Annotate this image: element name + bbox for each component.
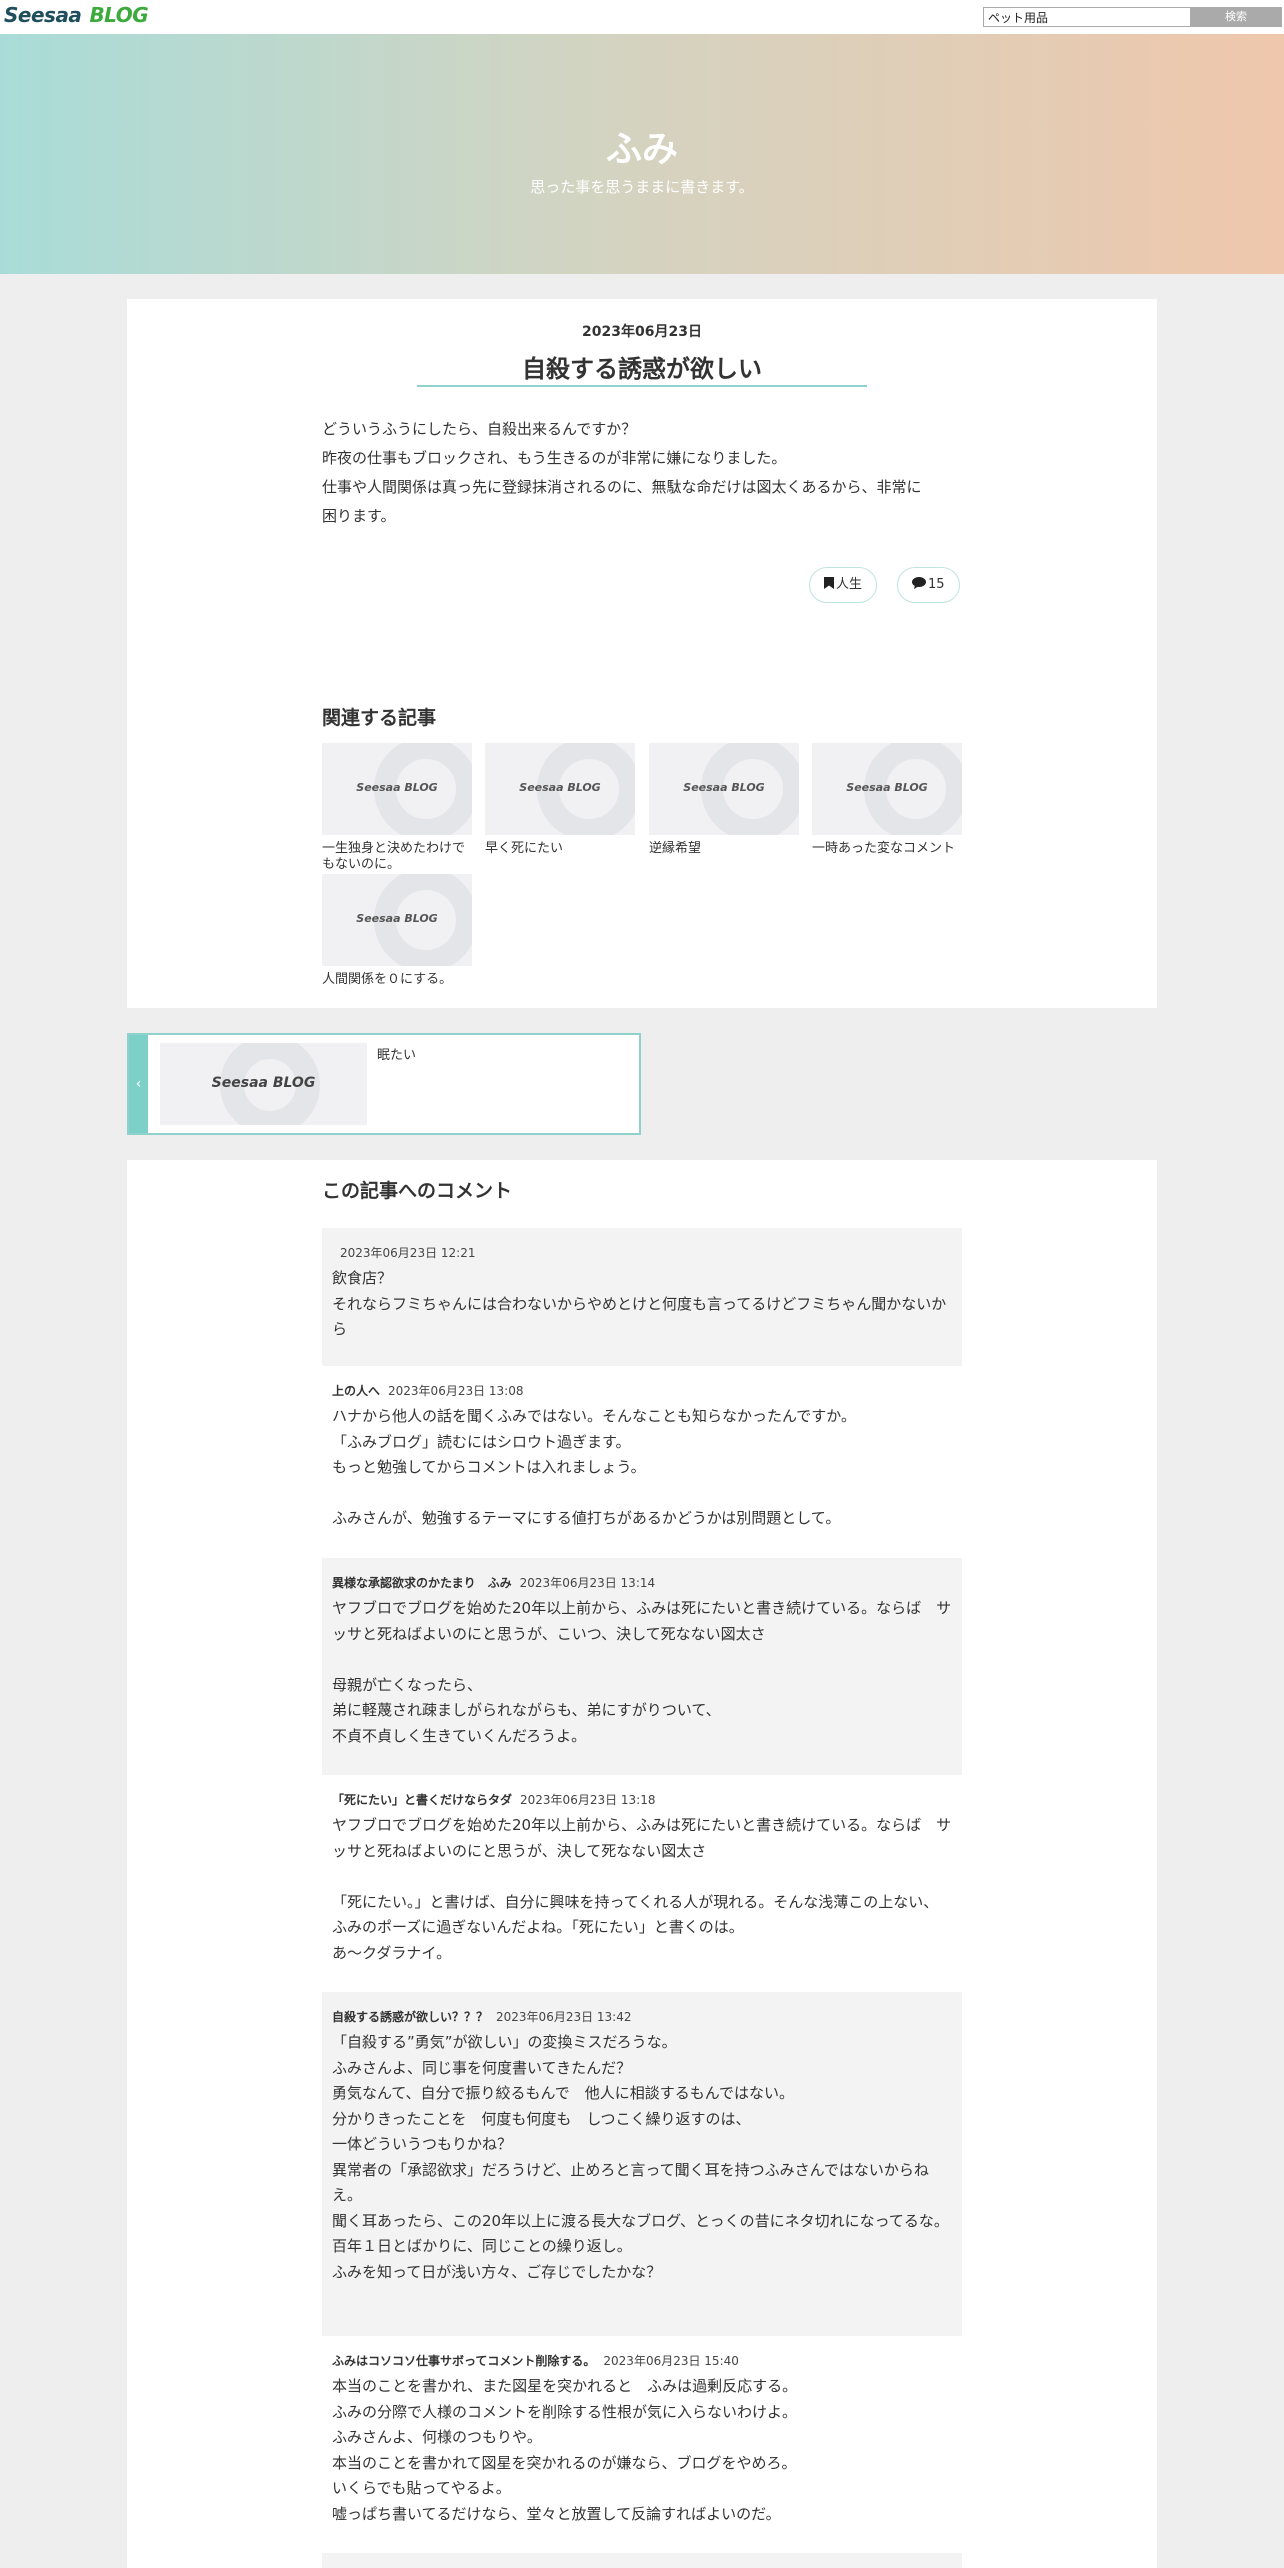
- comment-date: 2023年06月23日 13:08: [388, 1384, 524, 1398]
- blog-tagline: 思った事を思うままに書きます。: [530, 178, 754, 196]
- related-thumbnail: Seesaa BLOG: [322, 874, 472, 966]
- comment-body: 「自殺する”勇気”が欲しい」の変換ミスだろうな。 ふみさんよ、同じ事を何度書いて…: [332, 2033, 949, 2281]
- comment-body: 本当のことを書かれ、また図星を突かれると ふみは過剰反応する。 ふみの分際で人様…: [332, 2377, 798, 2523]
- search-button[interactable]: 検索: [1190, 7, 1282, 27]
- post-body: どういうふうにしたら、自殺出来るんですか？ 昨夜の仕事もブロックされ、もう生きる…: [322, 415, 962, 531]
- comment-date: 2023年06月23日 12:21: [340, 1246, 476, 1260]
- comment: 2023年06月23日 12:21 飲食店？ それならフミちゃんには合わないから…: [322, 1228, 962, 1366]
- comment: 上の人へ 2023年06月23日 13:08 ハナから他人の話を聞くふみではない。…: [322, 1366, 962, 1578]
- post-line: 困ります。: [322, 507, 396, 525]
- comment-date: 2023年06月23日 13:14: [519, 1576, 656, 1590]
- post-line: 仕事や人間関係は真っ先に登録抹消されるのに、無駄な命だけは図太くあるから、非常に: [322, 478, 922, 496]
- search-input[interactable]: [983, 7, 1191, 27]
- related-thumbnail: Seesaa BLOG: [649, 743, 799, 835]
- previous-post-link[interactable]: ‹ Seesaa BLOG 眠たい: [127, 1033, 641, 1135]
- comment-body: ヤフブロでブログを始めた20年以上前から、ふみは死にたいと書き続けている。ならば…: [332, 1599, 952, 1745]
- related-title[interactable]: 一生独身と決めたわけでもないのに。: [322, 841, 472, 873]
- post-line: どういうふうにしたら、自殺出来るんですか？: [322, 420, 637, 438]
- comment-date: 2023年06月23日 15:40: [603, 2354, 739, 2368]
- comment: 自殺する誘惑が欲しい？？？ 2023年06月23日 13:42 「自殺する”勇気”…: [322, 1992, 962, 2336]
- comment-count-link[interactable]: 15: [897, 567, 960, 603]
- comment-author: 上の人へ: [332, 1384, 381, 1398]
- comment: 「死にたい」と書くだけならタダ 2023年06月23日 13:18 ヤフブロでブロ…: [322, 1775, 962, 1992]
- comment-meta: 「死にたい」と書くだけならタダ 2023年06月23日 13:18: [332, 1791, 952, 1809]
- previous-post-title[interactable]: 眠たい: [377, 1044, 416, 1063]
- related-thumbnail: Seesaa BLOG: [485, 743, 635, 835]
- related-heading: 関連する記事: [322, 707, 437, 729]
- previous-post-thumbnail: Seesaa BLOG: [160, 1043, 367, 1125]
- comment-date: 2023年06月23日 13:18: [520, 1793, 656, 1807]
- top-bar: SeesaaBLOG 検索: [0, 0, 1284, 34]
- related-title[interactable]: 人間関係を０にする。: [322, 972, 472, 988]
- category-link[interactable]: 人生: [809, 567, 878, 603]
- related-item[interactable]: Seesaa BLOG 一時あった変なコメント: [812, 743, 962, 857]
- comment-author: ふみはコソコソ仕事サボってコメント削除する。: [332, 2354, 596, 2368]
- related-item[interactable]: Seesaa BLOG 逆縁希望: [649, 743, 799, 857]
- comment-meta: 上の人へ 2023年06月23日 13:08: [332, 1382, 952, 1400]
- post-line: 昨夜の仕事もブロックされ、もう生きるのが非常に嫌になりました。: [322, 449, 787, 467]
- post-title[interactable]: 自殺する誘惑が欲しい: [127, 349, 1157, 384]
- comment: ふみはコソコソ仕事サボってコメント削除する。 2023年06月23日 15:40 …: [322, 2336, 962, 2531]
- related-item[interactable]: Seesaa BLOG 一生独身と決めたわけでもないのに。: [322, 743, 472, 873]
- related-thumbnail: Seesaa BLOG: [812, 743, 962, 835]
- chevron-left-icon[interactable]: ‹: [129, 1035, 148, 1133]
- comment: [322, 2553, 962, 2568]
- related-thumbnail: Seesaa BLOG: [322, 743, 472, 835]
- related-item[interactable]: Seesaa BLOG 人間関係を０にする。: [322, 874, 472, 988]
- seesaa-blog-logo[interactable]: Seesaa BLOG: [4, 3, 149, 27]
- comment-author: 異様な承認欲求のかたまり ふみ: [332, 1576, 512, 1590]
- related-title[interactable]: 一時あった変なコメント: [812, 841, 962, 857]
- related-title[interactable]: 早く死にたい: [485, 841, 635, 857]
- comments-section: この記事へのコメント 2023年06月23日 12:21 飲食店？ それならフミ…: [127, 1160, 1157, 2568]
- comment-date: 2023年06月23日 13:42: [496, 2010, 632, 2024]
- comment-body: ハナから他人の話を聞くふみではない。そんなことも知らなかったんですか。 「ふみブ…: [332, 1407, 856, 1527]
- comment: 異様な承認欲求のかたまり ふみ 2023年06月23日 13:14 ヤフブロでブロ…: [322, 1558, 962, 1775]
- comment-meta: ふみはコソコソ仕事サボってコメント削除する。 2023年06月23日 15:40: [332, 2352, 952, 2370]
- blog-title[interactable]: ふみ: [0, 120, 1284, 172]
- related-title[interactable]: 逆縁希望: [649, 841, 799, 857]
- related-item[interactable]: Seesaa BLOG 早く死にたい: [485, 743, 635, 857]
- comment-meta: 2023年06月23日 12:21: [332, 1244, 952, 1262]
- bookmark-icon: [824, 577, 834, 589]
- speech-bubble-icon: [912, 577, 926, 589]
- category-label: 人生: [836, 577, 863, 592]
- article: 2023年06月23日 自殺する誘惑が欲しい どういうふうにしたら、自殺出来るん…: [127, 299, 1157, 1008]
- comment-author: 「死にたい」と書くだけならタダ: [332, 1793, 513, 1807]
- title-underline: [417, 385, 867, 387]
- comment-meta: 自殺する誘惑が欲しい？？？ 2023年06月23日 13:42: [332, 2008, 952, 2026]
- comment-author: 自殺する誘惑が欲しい？？？: [332, 2010, 489, 2024]
- comment-body: ヤフブロでブログを始めた20年以上前から、ふみは死にたいと書き続けている。ならば…: [332, 1816, 952, 1962]
- blog-header: ふみ 思った事を思うままに書きます。: [0, 34, 1284, 274]
- comment-body: 飲食店？ それならフミちゃんには合わないからやめとけと何度も言ってるけどフミちゃ…: [332, 1269, 947, 1338]
- comment-meta: 異様な承認欲求のかたまり ふみ 2023年06月23日 13:14: [332, 1574, 952, 1592]
- comment-count: 15: [928, 577, 945, 592]
- comments-heading: この記事へのコメント: [322, 1180, 513, 1202]
- post-date: 2023年06月23日: [582, 324, 702, 340]
